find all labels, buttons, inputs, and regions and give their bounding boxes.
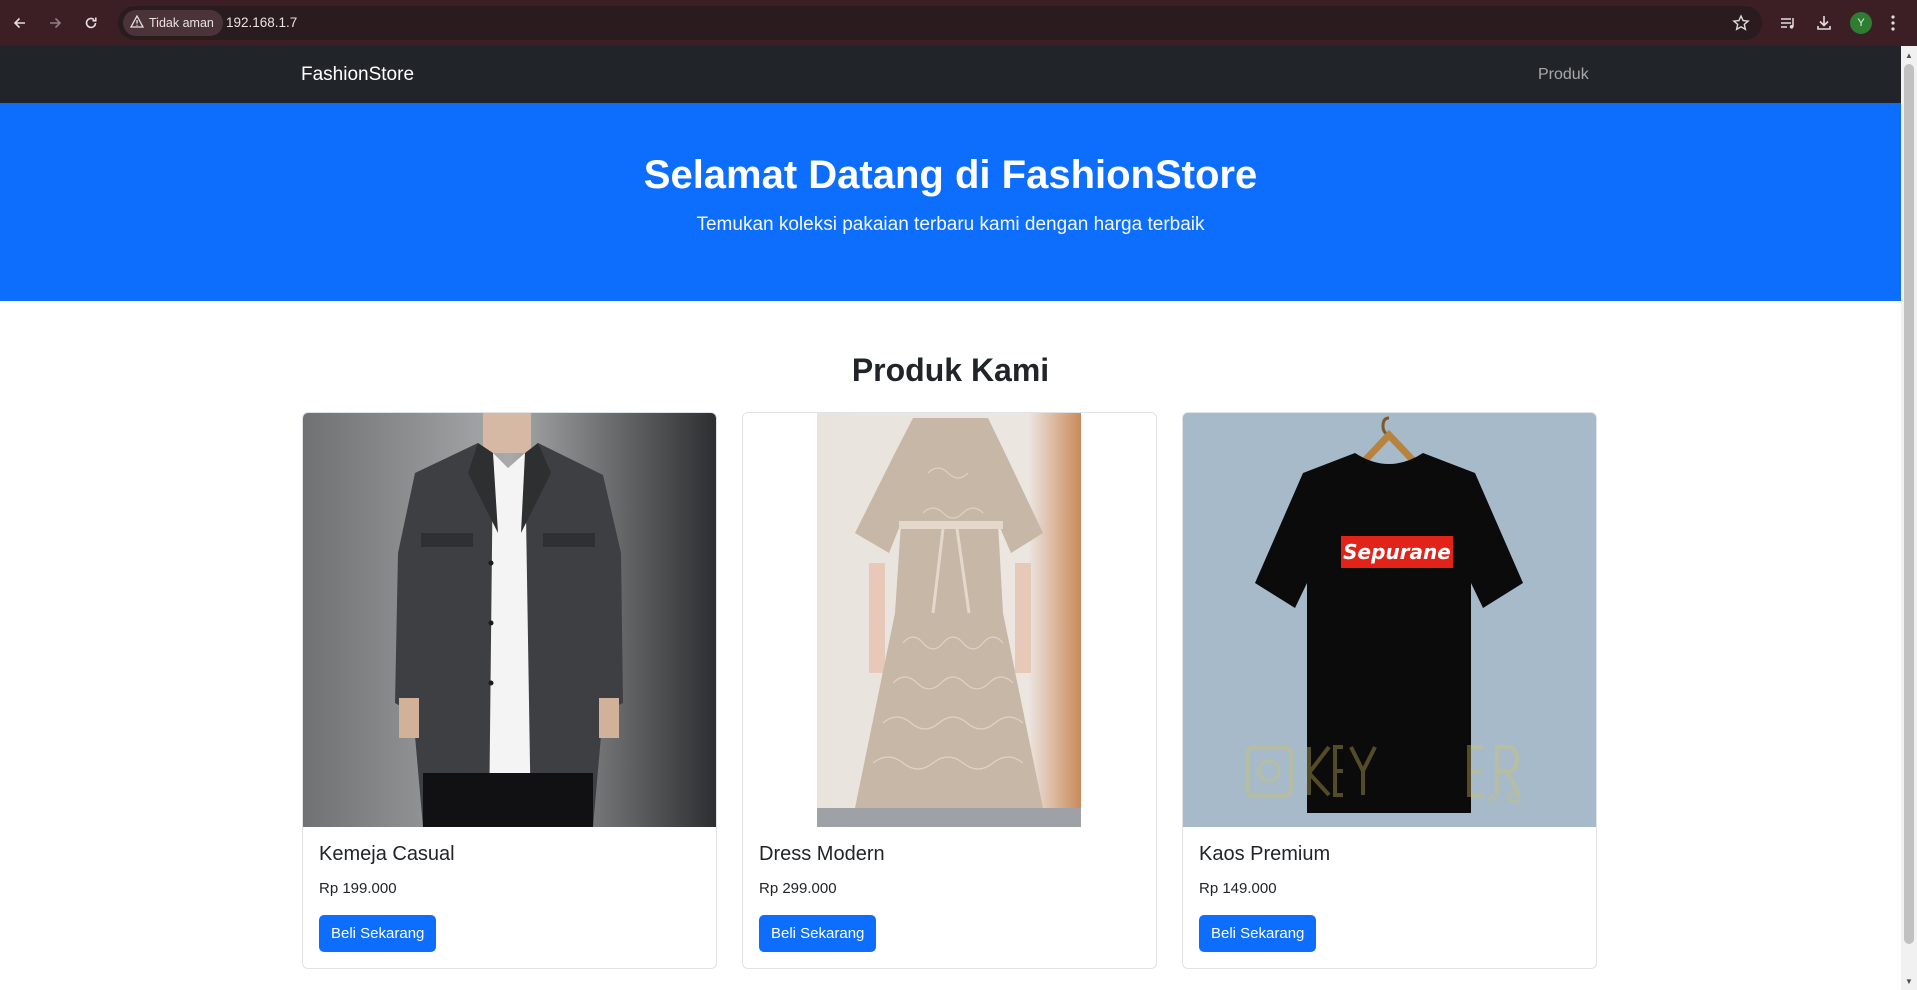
scrollbar-thumb[interactable] <box>1904 64 1914 944</box>
media-queue-icon[interactable] <box>1776 11 1800 35</box>
warning-icon <box>129 14 145 31</box>
product-price: Rp 149.000 <box>1199 880 1277 897</box>
forward-icon[interactable] <box>43 11 67 35</box>
download-icon[interactable] <box>1812 11 1836 35</box>
nav-link-produk[interactable]: Produk <box>1538 46 1589 103</box>
product-price: Rp 199.000 <box>319 880 397 897</box>
back-icon[interactable] <box>8 11 32 35</box>
product-card: Kemeja Casual Rp 199.000 Beli Sekarang <box>302 412 717 969</box>
brand-link[interactable]: FashionStore <box>301 46 414 103</box>
product-name: Kemeja Casual <box>319 843 455 865</box>
product-image-shirt[interactable] <box>303 413 716 827</box>
bookmark-star-icon[interactable] <box>1732 14 1750 37</box>
hero-banner: Selamat Datang di FashionStore Temukan k… <box>0 103 1901 301</box>
buy-now-button[interactable]: Beli Sekarang <box>319 915 437 952</box>
security-chip[interactable]: Tidak aman <box>123 10 223 36</box>
profile-avatar[interactable]: Y <box>1850 12 1872 34</box>
product-price: Rp 299.000 <box>759 880 837 897</box>
product-card: Sepurane Kaos Premium Rp 149.000 Beli Se… <box>1182 412 1597 969</box>
scroll-down-arrow-icon[interactable]: ▼ <box>1901 974 1917 988</box>
hero-subtitle: Temukan koleksi pakaian terbaru kami den… <box>696 214 1205 235</box>
buy-now-button[interactable]: Beli Sekarang <box>759 915 877 952</box>
hero-title: Selamat Datang di FashionStore <box>643 153 1258 197</box>
reload-icon[interactable] <box>79 11 103 35</box>
url-text[interactable]: 192.168.1.7 <box>226 6 297 40</box>
product-name: Dress Modern <box>759 843 885 865</box>
browser-toolbar: Tidak aman 192.168.1.7 Y <box>0 0 1917 46</box>
product-image-tshirt[interactable]: Sepurane <box>1183 413 1596 827</box>
page-scrollbar[interactable]: ▲ ▼ <box>1901 46 1917 990</box>
address-bar[interactable]: Tidak aman 192.168.1.7 <box>118 6 1762 40</box>
site-navbar: FashionStore Produk <box>0 46 1901 103</box>
product-name: Kaos Premium <box>1199 843 1331 865</box>
product-image-dress[interactable] <box>743 413 1156 827</box>
more-menu-icon[interactable] <box>1881 11 1905 35</box>
shirt-print-text: Sepurane <box>1343 540 1451 564</box>
buy-now-button[interactable]: Beli Sekarang <box>1199 915 1317 952</box>
products-section-title: Produk Kami <box>851 352 1050 388</box>
scroll-up-arrow-icon[interactable]: ▲ <box>1901 48 1917 62</box>
security-label: Tidak aman <box>149 16 214 30</box>
product-card: Dress Modern Rp 299.000 Beli Sekarang <box>742 412 1157 969</box>
